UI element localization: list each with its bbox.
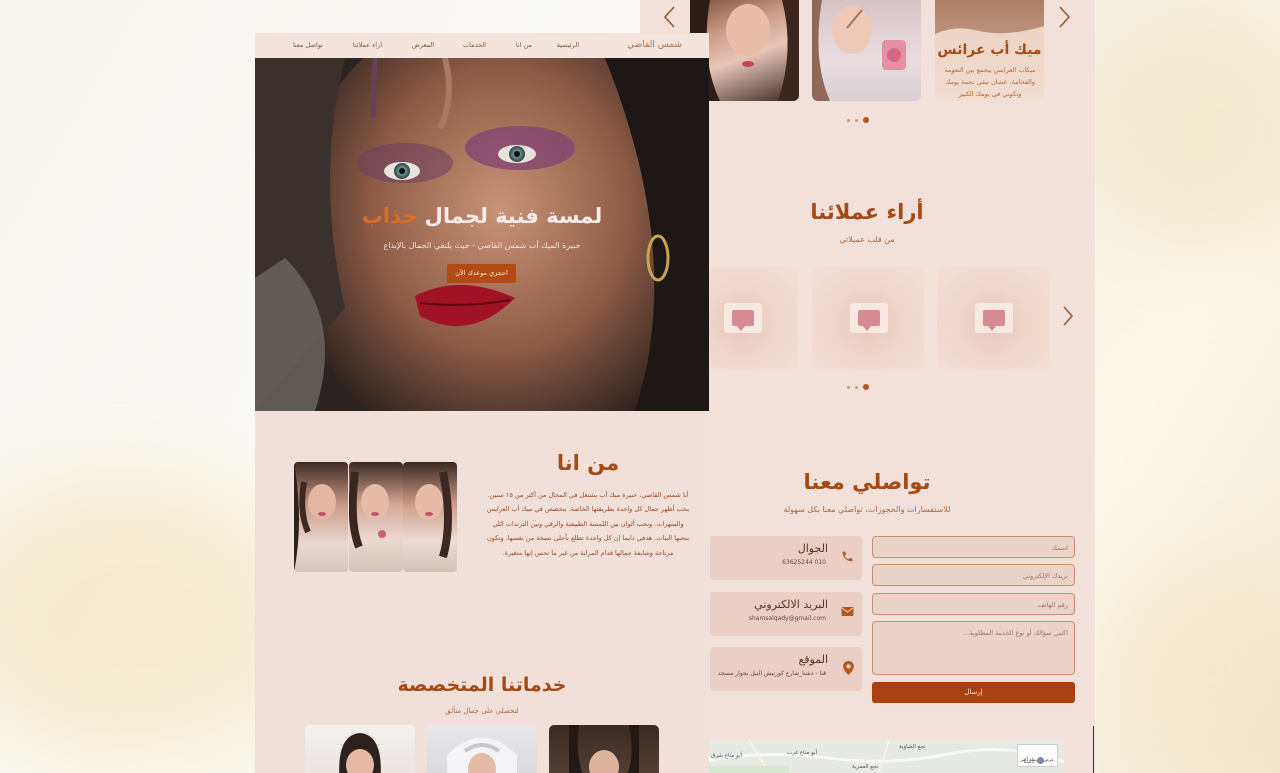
testimonials-pagination: [847, 384, 869, 390]
hero-title-main: لمسة فنية لجمال: [424, 204, 603, 228]
location-value: قنا - دشنا_شارع كورنيش النيل بجوار مسجد: [717, 670, 826, 677]
phone-label: الجوال: [797, 542, 828, 555]
pagination-dot-active[interactable]: [863, 117, 869, 123]
carousel-next-arrow[interactable]: [1058, 5, 1072, 33]
contact-email-card: البريد الالكتروني shamsalqady@gmail.com: [710, 592, 862, 636]
navbar: شمس القاضي الرئيسية من انا الخدمات المعر…: [255, 33, 709, 58]
submit-button[interactable]: إرسال: [872, 682, 1075, 703]
map-label: دشنا: [1023, 759, 1034, 765]
site-preview-top: شمس القاضي الرئيسية من انا الخدمات المعر…: [255, 33, 709, 773]
gallery-pagination: [847, 117, 869, 123]
contact-subtitle: للاستفسارات والحجوزات، تواصلي معنا بكل س…: [783, 505, 951, 514]
nav-link-contact[interactable]: تواصل معنا: [293, 41, 323, 49]
nav-link-services[interactable]: الخدمات: [463, 41, 486, 49]
nav-link-gallery[interactable]: المعرض: [412, 41, 434, 49]
envelope-icon: [841, 606, 854, 620]
about-photo: [349, 462, 403, 572]
brand-logo-text[interactable]: شمس القاضي: [627, 40, 682, 50]
pagination-dot[interactable]: [847, 385, 850, 389]
nav-link-about[interactable]: من انا: [516, 41, 532, 49]
hero-photo: [255, 58, 709, 411]
map-pin-icon: [1037, 757, 1044, 764]
pagination-dot[interactable]: [855, 385, 858, 389]
chat-bubble-icon: [975, 303, 1013, 333]
pagination-dot[interactable]: [847, 118, 850, 122]
about-photo: [403, 462, 457, 572]
testimonials-next-arrow[interactable]: [1062, 305, 1074, 331]
pagination-dot-active[interactable]: [863, 384, 869, 390]
service-photo[interactable]: [305, 725, 415, 773]
location-label: الموقع: [798, 653, 828, 666]
phone-field[interactable]: رقم الهاتف: [872, 593, 1075, 615]
map-label: نجع العمرية: [852, 764, 879, 770]
chat-bubble-icon: [724, 303, 762, 333]
map-label: نجع الشاوية: [899, 744, 926, 750]
contact-title: تواصلي معنا: [803, 470, 931, 494]
email-field[interactable]: بريدك الإلكتروني: [872, 564, 1075, 586]
testimonial-card: [812, 267, 924, 369]
hero-title-accent: جذاب: [361, 204, 418, 228]
about-title: من انا: [556, 451, 620, 475]
nav-link-testimonials[interactable]: اراء عملائنا: [353, 41, 382, 49]
hero-subtitle: خبيرة الميك أب شمس القاضي - حيث يلتقي ال…: [383, 241, 581, 250]
backdrop-glow: [1080, 0, 1280, 260]
map-embed[interactable]: نجع الشاوية أبو مناع غرب أبو مناع شرق نج…: [709, 740, 1064, 773]
hero-title: لمسة فنية لجمال جذاب: [255, 204, 709, 228]
contact-location-card: الموقع قنا - دشنا_شارع كورنيش النيل بجوا…: [710, 647, 862, 691]
service-card-title: ميك أب عرائس: [937, 42, 1042, 58]
service-photo[interactable]: [427, 725, 537, 773]
carousel-prev-arrow[interactable]: [662, 5, 676, 33]
service-card-text: ميكاب العرايس بيجمع بين النعومة والفخامة…: [944, 66, 1036, 98]
phone-value[interactable]: 010 63625244: [782, 559, 826, 566]
services-title: خدماتنا المتخصصة: [397, 674, 567, 696]
service-card-bridal[interactable]: ميك أب عرائس ميكاب العرايس بيجمع بين الن…: [935, 0, 1044, 101]
services-subtitle: لتحصلي على جمال متألق: [445, 707, 519, 715]
email-value[interactable]: shamsalqady@gmail.com: [749, 615, 826, 622]
testimonials-subtitle: من قلب عميلاتي: [839, 235, 895, 244]
phone-icon: [841, 550, 854, 566]
hero-section: لمسة فنية لجمال جذاب خبيرة الميك أب شمس …: [255, 58, 709, 411]
testimonials-title: أراء عملائنا: [810, 200, 924, 224]
book-appointment-button[interactable]: احجزي موعدك الآن: [447, 264, 516, 283]
about-photo: [294, 462, 348, 572]
message-field[interactable]: اكتبي سؤالك أو نوع الخدمة المطلوبة...: [872, 621, 1075, 675]
testimonial-card: [937, 267, 1049, 369]
chat-bubble-icon: [850, 303, 888, 333]
about-text: أنا شمس القاضي، خبيرة ميك أب بشتغل في ال…: [486, 491, 690, 557]
email-label: البريد الالكتروني: [754, 598, 828, 611]
name-field[interactable]: اسمك: [872, 536, 1075, 558]
contact-phone-card: الجوال 010 63625244: [710, 536, 862, 580]
nav-link-home[interactable]: الرئيسية: [557, 41, 579, 49]
backdrop-glow: [1100, 560, 1280, 773]
gallery-photo[interactable]: [812, 0, 921, 101]
service-photo[interactable]: [549, 725, 659, 773]
divider: [1093, 726, 1094, 773]
pagination-dot[interactable]: [855, 118, 858, 122]
map-label: أبو مناع شرق: [711, 753, 742, 759]
map-label: أبو مناع غرب: [787, 750, 818, 756]
map-pin-icon: [843, 661, 854, 678]
